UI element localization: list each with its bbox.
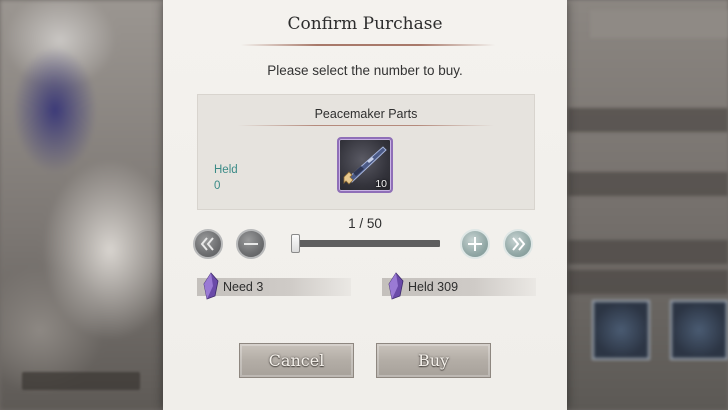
need-amount: Need 3	[223, 280, 264, 294]
currency-held: Held 309	[382, 272, 536, 300]
buy-button[interactable]: Buy	[376, 343, 491, 378]
double-chevron-right-icon	[512, 237, 526, 251]
background-thumbnail	[592, 300, 650, 360]
double-chevron-left-icon	[200, 237, 214, 251]
item-panel: Peacemaker Parts Held 0 10	[197, 94, 535, 210]
held-label: Held	[214, 164, 238, 176]
held-value: 0	[214, 180, 221, 192]
background-row	[568, 240, 728, 264]
title-divider	[241, 44, 495, 46]
background-character-art	[0, 0, 165, 410]
quantity-slider[interactable]	[293, 240, 440, 247]
item-name: Peacemaker Parts	[314, 107, 418, 121]
held-amount: Held 309	[408, 280, 459, 294]
item-name-divider	[238, 125, 494, 126]
increment-button[interactable]	[460, 229, 490, 259]
dialog-title: Confirm Purchase	[287, 14, 443, 34]
item-count: 10	[375, 178, 387, 190]
background-label	[22, 372, 140, 390]
quantity-slider-handle[interactable]	[291, 234, 300, 253]
purple-crystal-icon	[388, 272, 404, 300]
minus-icon	[244, 243, 258, 245]
purple-crystal-icon	[203, 272, 219, 300]
background-thumbnail	[670, 300, 728, 360]
quantity-readout: 1 / 50	[348, 216, 382, 231]
cancel-button[interactable]: Cancel	[239, 343, 354, 378]
decrement-button[interactable]	[236, 229, 266, 259]
dialog-prompt: Please select the number to buy.	[267, 63, 463, 78]
background-tab	[590, 10, 728, 38]
background-row	[568, 172, 728, 196]
background-row	[568, 270, 728, 294]
plus-icon	[468, 237, 482, 251]
item-slot[interactable]: 10	[337, 137, 393, 193]
max-quantity-button[interactable]	[503, 229, 533, 259]
currency-need: Need 3	[197, 272, 351, 300]
min-quantity-button[interactable]	[193, 229, 223, 259]
background-row	[568, 108, 728, 132]
confirm-purchase-dialog: Confirm Purchase Please select the numbe…	[163, 0, 567, 410]
